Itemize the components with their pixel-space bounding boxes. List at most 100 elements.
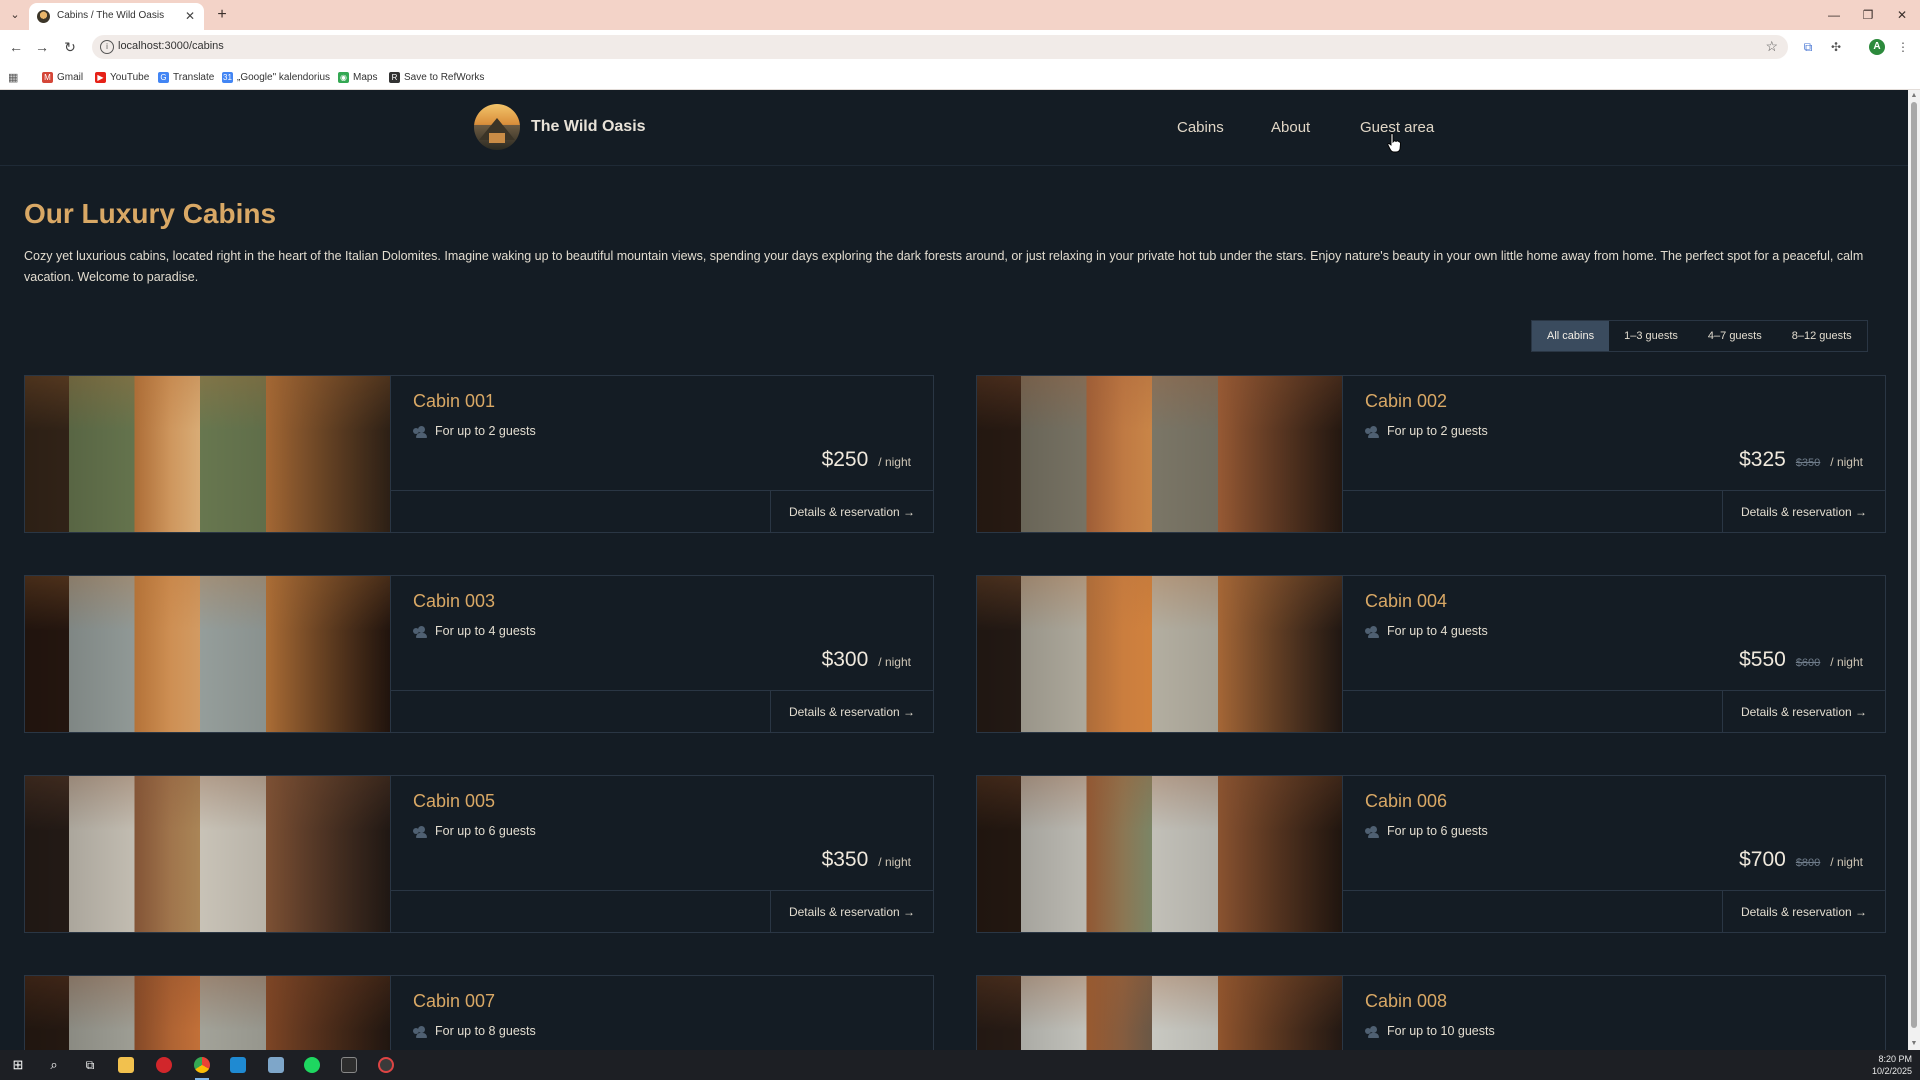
profile-avatar[interactable]: A	[1869, 39, 1885, 55]
terminal-icon[interactable]	[341, 1057, 357, 1073]
cabin-capacity: For up to 4 guests	[413, 624, 536, 638]
close-tab-icon[interactable]: ✕	[182, 8, 198, 24]
cabin-name: Cabin 007	[413, 991, 496, 1011]
details-reservation-link[interactable]: Details & reservation →	[1721, 891, 1886, 933]
per-night-label: / night	[1830, 455, 1863, 469]
bookmark-gmail[interactable]: M Gmail	[42, 70, 83, 84]
filter-1-3-guests[interactable]: 1–3 guests	[1609, 321, 1693, 351]
users-icon	[413, 825, 427, 838]
bookmark-translate[interactable]: G Translate	[158, 70, 214, 84]
wild-oasis-logo-icon[interactable]	[474, 104, 520, 150]
cabin-capacity: For up to 6 guests	[413, 824, 536, 838]
cabin-name: Cabin 006	[1365, 791, 1448, 811]
tab-strip: ⌄ Cabins / The Wild Oasis ✕ + — ❐ ✕	[0, 0, 1920, 30]
details-reservation-link[interactable]: Details & reservation →	[769, 891, 934, 933]
browser-menu-icon[interactable]: ⋮	[1894, 38, 1912, 56]
per-night-label: / night	[1830, 655, 1863, 669]
site-header: The Wild Oasis Cabins About Guest area	[0, 90, 1908, 166]
cabin-photo[interactable]	[25, 776, 390, 932]
cabin-photo[interactable]	[25, 376, 390, 532]
cabin-name: Cabin 003	[413, 591, 496, 611]
per-night-label: / night	[878, 655, 911, 669]
apps-grid-icon[interactable]: ▦	[8, 70, 18, 84]
filter-all-cabins[interactable]: All cabins	[1532, 321, 1610, 351]
file-explorer-icon[interactable]	[118, 1057, 134, 1073]
cabin-card-body: Cabin 004 For up to 4 guests $550 $600 / n…	[1342, 576, 1886, 733]
youtube-icon: ▶	[95, 71, 106, 83]
bookmark-google-calendar[interactable]: 31 „Google" kalendorius	[222, 70, 330, 84]
filter-8-12-guests[interactable]: 8–12 guests	[1777, 321, 1867, 351]
translate-extension-icon[interactable]: ⧉	[1799, 38, 1817, 56]
tab-search-chevron-icon[interactable]: ⌄	[6, 6, 24, 24]
cabin-card-footer: Details & reservation →	[391, 690, 934, 733]
new-tab-icon[interactable]: +	[212, 5, 232, 25]
address-bar[interactable]: i localhost:3000/cabins ☆	[92, 35, 1788, 59]
original-price: $350	[1795, 457, 1821, 469]
per-night-label: / night	[1830, 855, 1863, 869]
cabin-price: $700 $800 / night	[1739, 848, 1863, 872]
minimize-icon[interactable]: —	[1824, 5, 1844, 25]
filter-4-7-guests[interactable]: 4–7 guests	[1693, 321, 1777, 351]
bookmark-maps[interactable]: ◉ Maps	[338, 70, 377, 84]
task-view-icon[interactable]: ⧉	[82, 1057, 98, 1073]
users-icon	[413, 625, 427, 638]
site-info-icon[interactable]: i	[100, 40, 114, 54]
original-price: $800	[1795, 857, 1821, 869]
cabin-card: Cabin 008 For up to 10 guests	[976, 975, 1886, 1050]
scrollbar-thumb[interactable]	[1911, 102, 1917, 1028]
windows-start-icon[interactable]: ⊞	[10, 1057, 26, 1073]
bookmark-youtube[interactable]: ▶ YouTube	[95, 70, 149, 84]
opera-icon[interactable]	[156, 1057, 172, 1073]
cabin-photo[interactable]	[977, 776, 1342, 932]
cabin-photo[interactable]	[977, 376, 1342, 532]
search-icon[interactable]: ⌕	[46, 1057, 62, 1073]
system-clock[interactable]: 8:20 PM 10/2/2025	[1872, 1053, 1912, 1077]
cabin-price: $250 / night	[822, 448, 911, 472]
cabin-photo[interactable]	[977, 576, 1342, 732]
cabin-card-footer: Details & reservation →	[1343, 690, 1886, 733]
close-window-icon[interactable]: ✕	[1892, 5, 1912, 25]
translate-icon: G	[158, 71, 169, 83]
details-reservation-link[interactable]: Details & reservation →	[1721, 491, 1886, 533]
scroll-down-icon[interactable]: ▼	[1910, 1040, 1918, 1048]
cabin-photo[interactable]	[25, 976, 390, 1050]
guest-filter: All cabins 1–3 guests 4–7 guests 8–12 gu…	[1531, 320, 1868, 352]
vscode-icon[interactable]	[230, 1057, 246, 1073]
reload-icon[interactable]: ↻	[60, 37, 80, 57]
nav-about[interactable]: About	[1271, 119, 1310, 136]
cabin-card: Cabin 003 For up to 4 guests $300 / night…	[24, 575, 934, 733]
details-reservation-link[interactable]: Details & reservation →	[1721, 691, 1886, 733]
bookmark-refworks[interactable]: R Save to RefWorks	[389, 70, 484, 84]
restore-icon[interactable]: ❐	[1858, 5, 1878, 25]
chrome-icon[interactable]	[194, 1057, 210, 1073]
back-icon[interactable]: ←	[6, 37, 26, 57]
extensions-icon[interactable]: ✣	[1827, 38, 1845, 56]
details-reservation-link[interactable]: Details & reservation →	[769, 691, 934, 733]
browser-tab[interactable]: Cabins / The Wild Oasis ✕	[29, 3, 204, 30]
app-icon[interactable]	[378, 1057, 394, 1073]
per-night-label: / night	[878, 455, 911, 469]
cabin-photo[interactable]	[25, 576, 390, 732]
hand-cursor-icon	[1387, 133, 1401, 153]
browser-toolbar: ← → ↻ i localhost:3000/cabins ☆ ⧉ ✣ A ⋮	[0, 30, 1920, 64]
refworks-icon: R	[389, 71, 400, 83]
nav-cabins[interactable]: Cabins	[1177, 119, 1224, 136]
spotify-icon[interactable]	[304, 1057, 320, 1073]
scroll-up-icon[interactable]: ▲	[1910, 92, 1918, 100]
brand-name[interactable]: The Wild Oasis	[531, 118, 646, 136]
details-reservation-link[interactable]: Details & reservation →	[769, 491, 934, 533]
cabin-card-footer: Details & reservation →	[1343, 890, 1886, 933]
cabin-photo[interactable]	[977, 976, 1342, 1050]
cabin-name: Cabin 004	[1365, 591, 1448, 611]
cabin-price: $300 / night	[822, 648, 911, 672]
cabin-capacity: For up to 8 guests	[413, 1024, 536, 1038]
cabin-card: Cabin 002 For up to 2 guests $325 $350 / n…	[976, 375, 1886, 533]
users-icon	[413, 425, 427, 438]
bookmark-star-icon[interactable]: ☆	[1765, 38, 1778, 55]
cabin-capacity: For up to 2 guests	[413, 424, 536, 438]
notepad-icon[interactable]	[268, 1057, 284, 1073]
forward-icon[interactable]: →	[32, 37, 52, 57]
maps-pin-icon: ◉	[338, 71, 349, 83]
page-scrollbar[interactable]: ▲ ▼	[1908, 90, 1920, 1050]
current-price: $325	[1739, 448, 1786, 471]
